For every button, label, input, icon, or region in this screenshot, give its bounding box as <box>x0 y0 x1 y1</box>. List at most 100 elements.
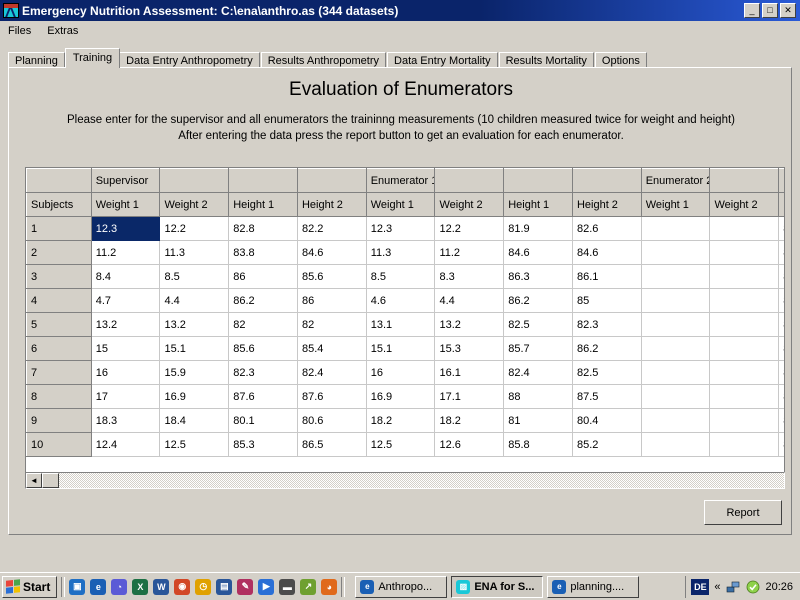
data-cell[interactable]: 87.6 <box>229 385 298 409</box>
data-cell[interactable]: 86 <box>229 265 298 289</box>
data-cell[interactable]: 85.3 <box>229 433 298 457</box>
column-header-cell[interactable]: Weight 1 <box>641 193 710 217</box>
data-cell[interactable]: 87.6 <box>297 385 366 409</box>
taskbar-clock[interactable]: 20:26 <box>765 581 793 593</box>
data-cell[interactable]: 84.6 <box>572 241 641 265</box>
data-cell[interactable]: 12.5 <box>160 433 229 457</box>
data-cell[interactable] <box>641 385 710 409</box>
data-cell[interactable]: 11.3 <box>366 241 435 265</box>
data-cell[interactable]: 16.1 <box>435 361 504 385</box>
data-cell[interactable]: 11.3 <box>160 241 229 265</box>
enumerator-data-grid[interactable]: SupervisorEnumerator 1Enumerator 2 Subje… <box>25 167 785 484</box>
data-cell[interactable] <box>641 241 710 265</box>
close-button[interactable]: ✕ <box>780 3 796 18</box>
data-cell[interactable]: 12.2 <box>160 217 229 241</box>
paint-icon[interactable]: ✎ <box>237 579 253 595</box>
data-cell[interactable] <box>641 337 710 361</box>
data-cell[interactable]: 80.1 <box>229 409 298 433</box>
start-button[interactable]: Start <box>2 576 57 598</box>
data-cell[interactable]: 18.2 <box>435 409 504 433</box>
data-cell[interactable]: 85.6 <box>229 337 298 361</box>
data-cell[interactable]: 82.7 <box>779 313 785 337</box>
taskbar-button[interactable]: eAnthropo... <box>355 576 447 598</box>
data-cell[interactable]: 16 <box>366 361 435 385</box>
data-cell[interactable]: 85.9 <box>779 433 785 457</box>
column-header-cell[interactable]: Weight 1 <box>91 193 160 217</box>
data-cell[interactable]: 4.7 <box>91 289 160 313</box>
data-cell[interactable]: 86.2 <box>504 289 573 313</box>
data-cell[interactable]: 85.6 <box>297 265 366 289</box>
outlook-icon[interactable]: ◔ <box>111 579 127 595</box>
data-cell[interactable]: 87.5 <box>572 385 641 409</box>
row-header-cell[interactable]: 4 <box>27 289 92 313</box>
data-cell[interactable]: 12.6 <box>435 433 504 457</box>
data-cell[interactable]: 85.6 <box>779 265 785 289</box>
data-cell[interactable]: 82 <box>229 313 298 337</box>
data-cell[interactable] <box>710 337 779 361</box>
security-shield-icon[interactable] <box>745 579 760 594</box>
data-cell[interactable]: 86.3 <box>504 265 573 289</box>
data-cell[interactable]: 13.2 <box>91 313 160 337</box>
selected-cell[interactable]: 12.3 <box>91 217 160 241</box>
data-cell[interactable]: 12.5 <box>366 433 435 457</box>
data-cell[interactable]: 16 <box>91 361 160 385</box>
data-cell[interactable]: 17.1 <box>435 385 504 409</box>
report-button[interactable]: Report <box>704 500 782 525</box>
data-cell[interactable]: 82.8 <box>229 217 298 241</box>
excel-icon[interactable]: X <box>132 579 148 595</box>
data-cell[interactable]: 87.7 <box>779 385 785 409</box>
data-cell[interactable]: 82.3 <box>229 361 298 385</box>
column-header-cell[interactable]: Height 2 <box>297 193 366 217</box>
data-cell[interactable]: 82.3 <box>572 313 641 337</box>
data-cell[interactable]: 15.1 <box>366 337 435 361</box>
data-cell[interactable] <box>641 289 710 313</box>
maximize-button[interactable]: □ <box>762 3 778 18</box>
column-header-cell[interactable]: Weight 2 <box>710 193 779 217</box>
network-icon[interactable] <box>725 579 740 594</box>
data-cell[interactable]: 8.3 <box>435 265 504 289</box>
data-cell[interactable]: 4.4 <box>160 289 229 313</box>
data-cell[interactable] <box>641 313 710 337</box>
media-player-icon[interactable]: ▶ <box>258 579 274 595</box>
data-cell[interactable] <box>710 385 779 409</box>
data-cell[interactable]: 85.5 <box>779 337 785 361</box>
data-cell[interactable]: 81.9 <box>504 217 573 241</box>
data-cell[interactable] <box>710 361 779 385</box>
data-cell[interactable] <box>710 241 779 265</box>
taskbar-button[interactable]: eplanning.... <box>547 576 639 598</box>
scroll-left-arrow-icon[interactable]: ◄ <box>26 473 42 488</box>
data-cell[interactable] <box>710 433 779 457</box>
data-cell[interactable]: 8.5 <box>160 265 229 289</box>
row-header-cell[interactable]: 2 <box>27 241 92 265</box>
data-cell[interactable]: 86.1 <box>572 265 641 289</box>
data-cell[interactable]: 86.5 <box>297 433 366 457</box>
firefox-icon[interactable]: ◕ <box>321 579 337 595</box>
data-cell[interactable]: 82.6 <box>572 217 641 241</box>
tray-expand-chevron-icon[interactable]: « <box>714 581 720 593</box>
data-cell[interactable]: 88 <box>504 385 573 409</box>
data-cell[interactable]: 13.2 <box>160 313 229 337</box>
column-header-cell[interactable]: Height 1 <box>229 193 298 217</box>
data-cell[interactable]: 18.3 <box>91 409 160 433</box>
menu-item-extras[interactable]: Extras <box>39 23 86 39</box>
data-cell[interactable]: 17 <box>91 385 160 409</box>
data-cell[interactable]: 82.5 <box>572 361 641 385</box>
data-cell[interactable]: 85.7 <box>504 337 573 361</box>
row-header-cell[interactable]: 6 <box>27 337 92 361</box>
shortcut-icon[interactable]: ↗ <box>300 579 316 595</box>
data-cell[interactable]: 15.1 <box>160 337 229 361</box>
data-cell[interactable]: 11.2 <box>435 241 504 265</box>
data-cell[interactable]: 82.6 <box>779 361 785 385</box>
powerpoint-icon[interactable]: ◉ <box>174 579 190 595</box>
clock-icon[interactable]: ◷ <box>195 579 211 595</box>
data-cell[interactable] <box>710 409 779 433</box>
data-cell[interactable]: 11.2 <box>91 241 160 265</box>
tab-training[interactable]: Training <box>65 48 120 68</box>
data-cell[interactable]: 82.4 <box>297 361 366 385</box>
data-cell[interactable]: 4.4 <box>435 289 504 313</box>
row-header-cell[interactable]: 1 <box>27 217 92 241</box>
data-cell[interactable]: 84.6 <box>297 241 366 265</box>
save-icon[interactable]: ▤ <box>216 579 232 595</box>
column-header-cell[interactable]: Weight 2 <box>160 193 229 217</box>
data-cell[interactable]: 81.1 <box>779 409 785 433</box>
